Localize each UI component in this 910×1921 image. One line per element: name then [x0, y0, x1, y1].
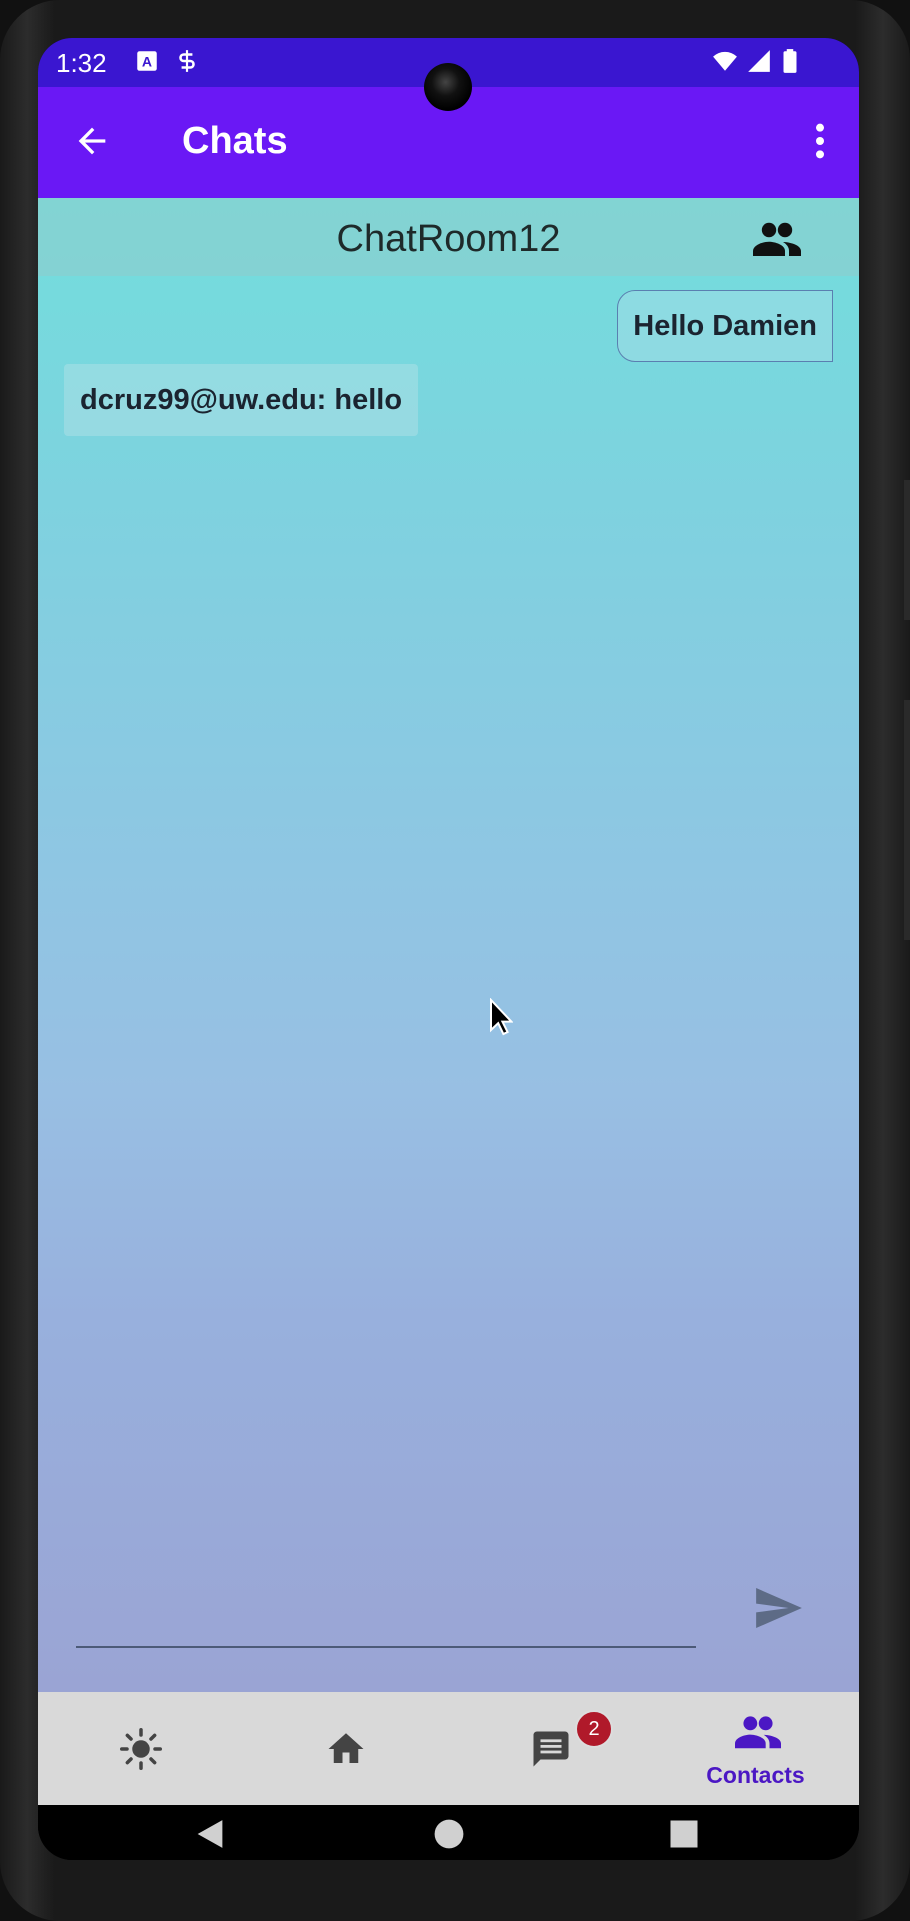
weather-sun-icon [120, 1728, 162, 1770]
more-vert-icon[interactable] [810, 121, 830, 161]
nav-item-home[interactable] [243, 1692, 448, 1805]
phone-screen: 1:32 A Chats ChatRoom12 Hello Damien dcr… [38, 38, 859, 1860]
volume-button [904, 700, 910, 940]
system-recents-icon[interactable] [669, 1819, 699, 1849]
status-time: 1:32 [56, 48, 107, 78]
power-button [904, 480, 910, 620]
chat-room-header: ChatRoom12 [38, 198, 859, 276]
cellular-signal-icon [748, 50, 770, 72]
send-icon[interactable] [756, 1588, 802, 1628]
sent-message: Hello Damien [617, 290, 833, 362]
system-home-icon[interactable] [433, 1818, 465, 1850]
people-icon[interactable] [753, 220, 801, 256]
nav-item-chats[interactable]: 2 [448, 1692, 653, 1805]
s-app-icon [179, 50, 195, 72]
nav-label-contacts: Contacts [706, 1762, 805, 1788]
front-camera [424, 63, 472, 111]
home-icon [328, 1733, 364, 1763]
system-back-icon[interactable] [194, 1817, 226, 1851]
contacts-icon [735, 1716, 781, 1749]
bottom-navigation: 2 Contacts [38, 1692, 859, 1805]
page-title: Chats [182, 120, 288, 162]
chat-room-name: ChatRoom12 [336, 218, 561, 260]
system-navigation-bar [38, 1805, 859, 1860]
unread-badge: 2 [575, 1710, 613, 1748]
back-arrow-icon[interactable] [72, 121, 112, 161]
accessibility-a-icon: A [137, 51, 157, 71]
received-message: dcruz99@uw.edu: hello [64, 364, 419, 436]
battery-icon [783, 49, 797, 73]
svg-text:A: A [142, 53, 152, 69]
chat-content: ChatRoom12 Hello Damien dcruz99@uw.edu: … [38, 198, 859, 1692]
mouse-cursor-icon [490, 998, 513, 1036]
chat-icon [533, 1731, 569, 1767]
phone-frame: 1:32 A Chats ChatRoom12 Hello Damien dcr… [0, 0, 910, 1921]
message-input[interactable] [76, 1584, 696, 1648]
nav-item-contacts[interactable]: Contacts [653, 1692, 858, 1805]
wifi-icon [713, 51, 737, 71]
nav-item-weather[interactable] [38, 1692, 243, 1805]
